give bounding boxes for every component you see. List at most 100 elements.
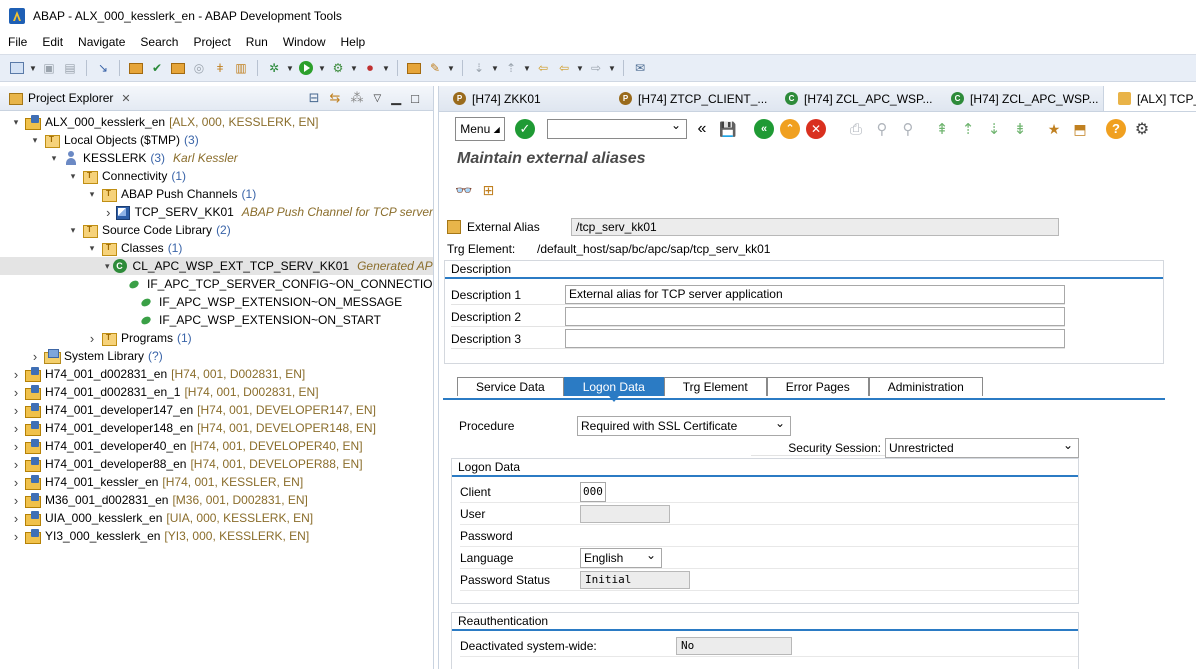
menu-window[interactable]: Window bbox=[275, 35, 333, 49]
editor-tab[interactable]: C [H74] ZCL_APC_WSP... bbox=[771, 86, 937, 111]
pencil-dropdown-icon[interactable]: ▼ bbox=[447, 64, 455, 73]
back-icon[interactable]: ⇦ bbox=[555, 59, 573, 77]
menu-search[interactable]: Search bbox=[132, 35, 185, 49]
chevron-down-icon[interactable]: ▾ bbox=[86, 189, 98, 200]
chevron-down-icon[interactable]: ▾ bbox=[10, 117, 22, 128]
tree-node[interactable]: IF_APC_WSP_EXTENSION~ON_MESSAGE bbox=[0, 293, 433, 311]
tree-node[interactable]: › H74_001_developer88_en [H74, 001, DEVELO… bbox=[0, 455, 433, 473]
editor-tab[interactable]: P [H74] ZTCP_CLIENT_... bbox=[605, 86, 771, 111]
tree-node[interactable]: › H74_001_developer148_en [H74, 001, DEVEL… bbox=[0, 419, 433, 437]
chevron-down-icon[interactable]: ▾ bbox=[67, 225, 79, 236]
find-icon[interactable]: ⚲ bbox=[871, 118, 893, 140]
project-explorer-tab[interactable]: Project Explorer bbox=[28, 91, 113, 105]
enter-check-icon[interactable]: ✓ bbox=[515, 119, 535, 139]
tab-administration[interactable]: Administration bbox=[868, 377, 983, 396]
tree-node[interactable]: ▾ ALX_000_kesslerk_en [ALX, 000, KESSLERK,… bbox=[0, 113, 433, 131]
menu-run[interactable]: Run bbox=[238, 35, 275, 49]
prev-annotation-icon[interactable]: ⇡ bbox=[502, 59, 520, 77]
chevron-right-icon[interactable]: › bbox=[29, 349, 41, 364]
menu-edit[interactable]: Edit bbox=[34, 35, 70, 49]
maximize-icon[interactable]: □ bbox=[411, 91, 419, 106]
exit-icon[interactable]: ⌃ bbox=[779, 118, 801, 140]
tree-node[interactable]: › H74_001_kessler_en [H74, 001, KESSLER, E… bbox=[0, 473, 433, 491]
tree-node[interactable]: › H74_001_d002831_en_1 [H74, 001, D002831,… bbox=[0, 383, 433, 401]
tab-service-data[interactable]: Service Data bbox=[457, 377, 564, 396]
tree-node[interactable]: ▾ ABAP Push Channels(1) bbox=[0, 185, 433, 203]
chevron-right-icon[interactable]: › bbox=[86, 331, 98, 346]
menu-file[interactable]: File bbox=[0, 35, 34, 49]
user-field[interactable] bbox=[580, 504, 670, 523]
open-folder-icon[interactable] bbox=[405, 59, 423, 77]
close-icon[interactable]: ✕ bbox=[121, 92, 130, 105]
tree-node[interactable]: › UIA_000_kesslerk_en [UIA, 000, KESSLERK,… bbox=[0, 509, 433, 527]
hierarchy-icon[interactable]: ⊞ bbox=[482, 182, 494, 199]
run-config-icon[interactable]: ⚙ bbox=[329, 59, 347, 77]
tree-node[interactable]: › H74_001_developer40_en [H74, 001, DEVELO… bbox=[0, 437, 433, 455]
procedure-select[interactable]: Required with SSL Certificate bbox=[577, 414, 791, 436]
tab-error-pages[interactable]: Error Pages bbox=[766, 377, 869, 396]
debug-dropdown-icon[interactable]: ▼ bbox=[286, 64, 294, 73]
chevron-right-icon[interactable]: › bbox=[10, 439, 22, 454]
security-session-select[interactable]: Unrestricted bbox=[885, 436, 1079, 458]
feedback-icon[interactable]: ✉ bbox=[631, 59, 649, 77]
last-edit-icon[interactable]: ⇦ bbox=[534, 59, 552, 77]
run-config-dropdown-icon[interactable]: ▼ bbox=[350, 64, 358, 73]
tree-node[interactable]: › System Library (?) bbox=[0, 347, 433, 365]
cancel-icon[interactable]: ✕ bbox=[805, 118, 827, 140]
save-all-icon[interactable]: ▤ bbox=[61, 59, 79, 77]
tree-node[interactable]: › YI3_000_kesslerk_en [YI3, 000, KESSLERK,… bbox=[0, 527, 433, 545]
tree-node[interactable]: ▾ Source Code Library(2) bbox=[0, 221, 433, 239]
help-icon[interactable]: ? bbox=[1105, 118, 1127, 140]
tree-node[interactable]: ▾ Local Objects ($TMP)(3) bbox=[0, 131, 433, 149]
collapse-left-icon[interactable]: « bbox=[691, 118, 713, 140]
pencil-icon[interactable]: ✎ bbox=[426, 59, 444, 77]
chevron-right-icon[interactable]: › bbox=[10, 529, 22, 544]
tree-node[interactable]: › Programs(1) bbox=[0, 329, 433, 347]
chevron-right-icon[interactable]: › bbox=[10, 511, 22, 526]
chevron-right-icon[interactable]: › bbox=[10, 403, 22, 418]
new-icon[interactable] bbox=[8, 59, 26, 77]
chevron-right-icon[interactable]: › bbox=[10, 475, 22, 490]
activate-all-icon[interactable]: ◎ bbox=[190, 59, 208, 77]
filter-icon[interactable]: ⁂ bbox=[350, 90, 363, 106]
tree-node[interactable]: ▾ Classes(1) bbox=[0, 239, 433, 257]
menu-navigate[interactable]: Navigate bbox=[70, 35, 132, 49]
editor-tab[interactable]: P [H74] ZKK01 bbox=[439, 86, 605, 111]
first-page-icon[interactable]: ⇞ bbox=[931, 118, 953, 140]
client-field[interactable]: 000 bbox=[580, 481, 606, 502]
settings-gear-icon[interactable]: ⚙ bbox=[1131, 118, 1153, 140]
chevron-down-icon[interactable]: ▾ bbox=[86, 243, 98, 254]
tab-trg-element[interactable]: Trg Element bbox=[663, 377, 767, 396]
activate-icon[interactable] bbox=[169, 59, 187, 77]
find-next-icon[interactable]: ⚲ bbox=[897, 118, 919, 140]
description-1-field[interactable]: External alias for TCP server applicatio… bbox=[565, 285, 1065, 304]
shortcut-icon[interactable]: ⬒ bbox=[1069, 118, 1091, 140]
forward-dropdown-icon[interactable]: ▼ bbox=[608, 64, 616, 73]
link-with-editor-icon[interactable]: ⇆ bbox=[330, 90, 341, 106]
chevron-right-icon[interactable]: › bbox=[10, 421, 22, 436]
save-icon[interactable]: ▣ bbox=[40, 59, 58, 77]
minimize-icon[interactable]: ▁ bbox=[391, 90, 401, 106]
editor-tab[interactable]: [ALX] TCP_SERV_KK01 bbox=[1103, 86, 1196, 111]
print-icon[interactable]: ⎙ bbox=[845, 118, 867, 140]
description-3-field[interactable] bbox=[565, 329, 1065, 348]
chevron-right-icon[interactable]: › bbox=[10, 385, 22, 400]
chevron-down-icon[interactable]: ▾ bbox=[105, 261, 110, 272]
transport-icon[interactable]: ▥ bbox=[232, 59, 250, 77]
external-tools-icon[interactable]: ⏺ bbox=[361, 59, 379, 77]
prev-page-icon[interactable]: ⇡ bbox=[957, 118, 979, 140]
external-alias-field[interactable]: /tcp_serv_kk01 bbox=[571, 218, 1059, 236]
tree-node[interactable]: › H74_001_developer147_en [H74, 001, DEVEL… bbox=[0, 401, 433, 419]
forward-icon[interactable]: ⇨ bbox=[587, 59, 605, 77]
chevron-down-icon[interactable]: ▾ bbox=[29, 135, 41, 146]
debug-icon[interactable]: ✲ bbox=[265, 59, 283, 77]
tree-node[interactable]: › H74_001_d002831_en [H74, 001, D002831, E… bbox=[0, 365, 433, 383]
tree-node[interactable]: › TCP_SERV_KK01 ABAP Push Channel for TCP … bbox=[0, 203, 433, 221]
last-page-icon[interactable]: ⇟ bbox=[1009, 118, 1031, 140]
display-change-icon[interactable]: 👓 bbox=[455, 182, 472, 199]
menu-help[interactable]: Help bbox=[333, 35, 373, 49]
tree-node[interactable]: ▾ CL_APC_WSP_EXT_TCP_SERV_KK01 Generated A… bbox=[0, 257, 433, 275]
tree-node[interactable]: › M36_001_d002831_en [M36, 001, D002831, E… bbox=[0, 491, 433, 509]
back-dropdown-icon[interactable]: ▼ bbox=[576, 64, 584, 73]
collapse-all-icon[interactable]: ⊟ bbox=[309, 90, 320, 106]
